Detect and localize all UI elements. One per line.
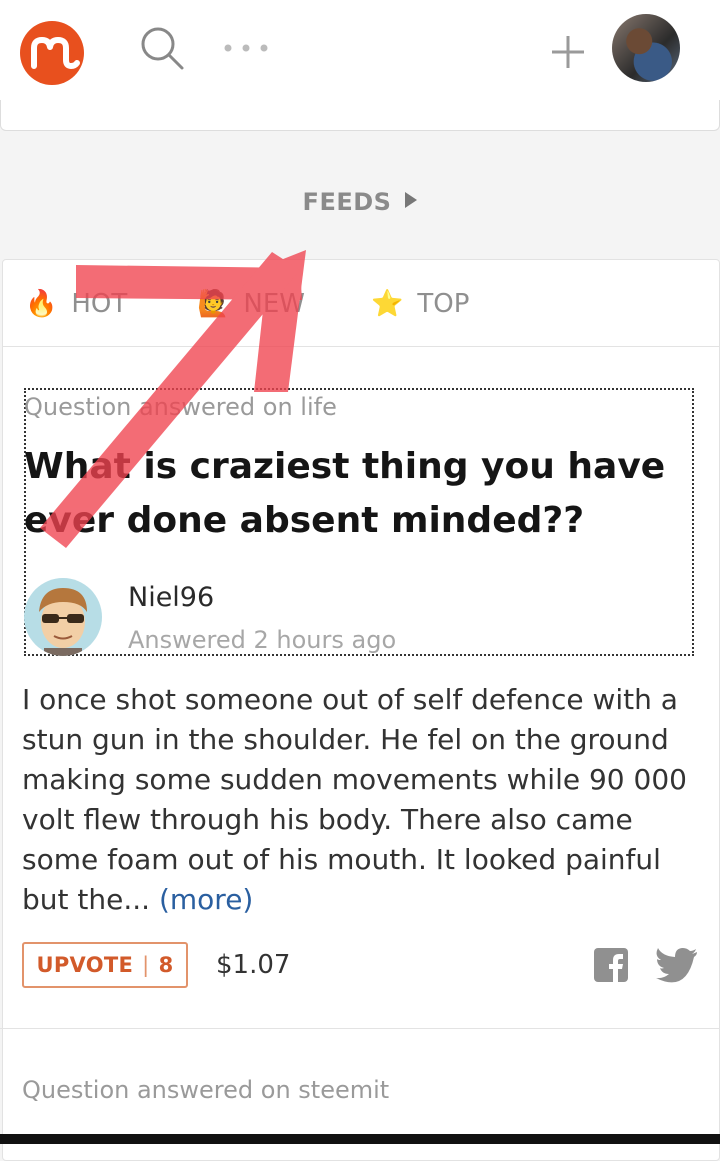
next-post-category[interactable]: Question answered on steemit <box>22 1076 389 1104</box>
upvote-separator: | <box>142 953 150 977</box>
author-name[interactable]: Niel96 <box>128 582 214 613</box>
steemit-logo-icon[interactable] <box>18 20 92 86</box>
feeds-toggle[interactable]: FEEDS <box>0 188 720 216</box>
author-avatar[interactable] <box>24 578 102 656</box>
answered-time: Answered 2 hours ago <box>128 626 397 654</box>
fire-icon: 🔥 <box>25 289 58 319</box>
post-divider <box>0 1028 720 1029</box>
search-icon[interactable] <box>138 24 186 72</box>
tab-hot[interactable]: 🔥 HOT <box>25 284 127 324</box>
play-triangle-icon <box>405 192 418 208</box>
upvote-label: UPVOTE <box>36 953 134 977</box>
upvote-button[interactable]: UPVOTE | 8 <box>22 942 188 988</box>
twitter-icon[interactable] <box>656 948 698 984</box>
tab-label: HOT <box>71 289 128 319</box>
upvote-count: 8 <box>158 953 174 977</box>
user-avatar[interactable] <box>612 14 680 82</box>
plus-icon[interactable] <box>546 30 590 74</box>
person-raising-hand-icon: 🙋 <box>197 289 230 319</box>
question-title[interactable]: What is craziest thing you have ever don… <box>24 440 684 548</box>
facebook-icon[interactable] <box>594 948 628 982</box>
cartoon-face-icon <box>39 588 87 656</box>
top-navigation-bar <box>0 0 720 101</box>
feed-tabs: 🔥 HOT 🙋 NEW ⭐ TOP <box>3 260 719 347</box>
more-link[interactable]: (more) <box>159 883 253 916</box>
tab-new[interactable]: 🙋 NEW <box>197 284 305 324</box>
star-icon: ⭐ <box>371 289 404 319</box>
system-bottom-bar <box>0 1134 720 1144</box>
post-category[interactable]: Question answered on life <box>24 393 337 421</box>
more-dots-icon[interactable] <box>222 38 270 58</box>
tab-top[interactable]: ⭐ TOP <box>371 284 469 324</box>
notification-strip <box>0 100 720 131</box>
payout-amount: $1.07 <box>216 950 291 980</box>
tab-label: TOP <box>417 289 470 319</box>
answer-excerpt: I once shot someone out of self defence … <box>22 680 698 920</box>
feeds-label: FEEDS <box>302 188 392 216</box>
answer-body: I once shot someone out of self defence … <box>22 683 687 916</box>
tab-label: NEW <box>243 289 305 319</box>
